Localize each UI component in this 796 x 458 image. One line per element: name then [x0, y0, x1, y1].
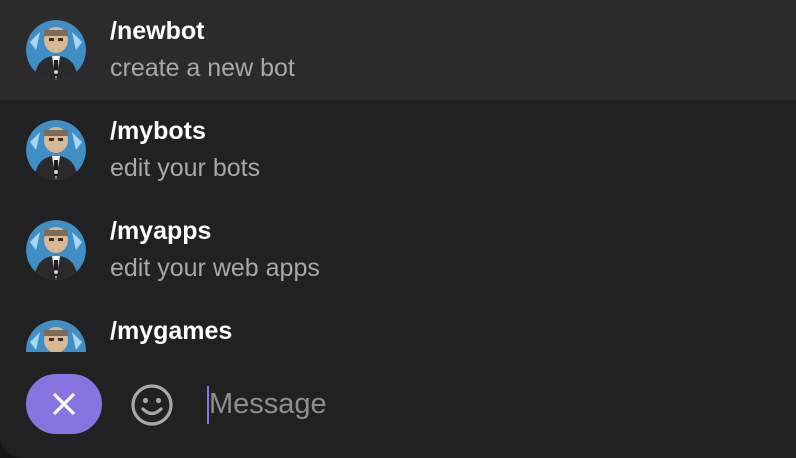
command-description: edit your bots [110, 154, 261, 182]
command-name: /newbot [110, 17, 205, 45]
message-input[interactable] [206, 382, 769, 426]
command-item-newbot[interactable]: /newbot create a new bot [0, 0, 796, 100]
bot-avatar [26, 20, 86, 80]
close-icon [53, 393, 75, 415]
bot-avatar [26, 320, 86, 352]
bot-avatar [26, 220, 86, 280]
botfather-avatar-icon [26, 20, 86, 80]
command-name: /mybots [110, 117, 206, 145]
botfather-avatar-icon [26, 220, 86, 280]
emoji-button[interactable] [128, 381, 176, 429]
command-item-mybots[interactable]: /mybots edit your bots [0, 100, 796, 200]
botfather-avatar-icon [26, 320, 86, 352]
command-description: edit your web apps [110, 254, 320, 282]
command-item-mygames[interactable]: /mygames [0, 300, 796, 352]
command-item-myapps[interactable]: /myapps edit your web apps [0, 200, 796, 300]
text-caret [207, 386, 209, 424]
message-composer [0, 352, 796, 458]
command-description: create a new bot [110, 54, 295, 82]
smile-icon [131, 384, 173, 426]
cancel-command-button[interactable] [26, 374, 102, 434]
botfather-avatar-icon [26, 120, 86, 180]
bot-command-panel: /newbot create a new bot /mybots edit yo… [0, 0, 796, 458]
bot-avatar [26, 120, 86, 180]
command-name: /mygames [110, 317, 233, 345]
command-name: /myapps [110, 217, 212, 245]
command-suggestion-list: /newbot create a new bot /mybots edit yo… [0, 0, 796, 352]
